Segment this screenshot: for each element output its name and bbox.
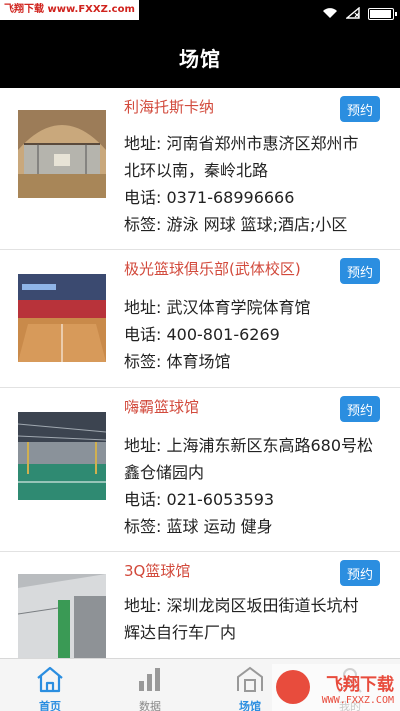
book-button[interactable]: 预约 [340,396,380,422]
venue-list[interactable]: 利海托斯卡纳 预约 地址: 河南省郑州市惠济区郑州市北环以南，秦岭北路 电话: … [0,88,400,658]
venue-item[interactable]: 利海托斯卡纳 预约 地址: 河南省郑州市惠济区郑州市北环以南，秦岭北路 电话: … [0,88,400,250]
venue-phone[interactable]: 电话: 400-801-6269 [124,321,374,348]
watermark-bottom: 飞翔下载 WWW.FXXZ.COM [272,664,400,711]
battery-icon [368,7,397,20]
battery-fill [370,9,391,18]
venue-tags: 标签: 体育场馆 [124,352,231,371]
venue-photo [18,412,106,500]
tab-label: 场馆 [239,700,261,711]
watermark-url: WWW.FXXZ.COM [321,694,394,706]
tab-label: 首页 [39,700,61,711]
watermark-title: 飞翔下载 [326,674,394,695]
venue-icon [235,665,265,697]
bar-chart-icon [135,665,165,697]
venue-name[interactable]: 极光篮球俱乐部(武体校区) [124,258,301,279]
tab-label: 数据 [139,700,161,711]
venue-info: 地址: 河南省郑州市惠济区郑州市北环以南，秦岭北路 电话: 0371-68996… [124,130,374,238]
venue-tags: 标签: 游泳 网球 篮球;酒店;小区 [124,215,348,234]
tab-data[interactable]: 数据 [100,659,200,711]
signal-off-icon [345,4,360,23]
venue-info: 地址: 武汉体育学院体育馆 电话: 400-801-6269 标签: 体育场馆 [124,294,374,375]
page-title: 场馆 [179,46,221,71]
venue-info: 地址: 上海浦东新区东高路680号松鑫仓储园内 电话: 021-6053593 … [124,432,374,540]
status-bar: 飞翔下载 www.FXXZ.com [0,0,400,26]
venue-item[interactable]: 极光篮球俱乐部(武体校区) 预约 地址: 武汉体育学院体育馆 电话: 400-8… [0,250,400,388]
watermark-logo-icon [276,670,310,704]
venue-photo [18,574,106,658]
venue-address: 地址: 上海浦东新区东高路680号松鑫仓储园内 [124,436,374,482]
wifi-icon [322,4,338,23]
status-icons [322,4,397,23]
book-button[interactable]: 预约 [340,96,380,122]
title-bar: 场馆 [0,26,400,88]
book-button[interactable]: 预约 [340,258,380,284]
venue-name[interactable]: 3Q篮球馆 [124,560,190,581]
tab-home[interactable]: 首页 [0,659,100,711]
watermark-top: 飞翔下载 www.FXXZ.com [0,0,139,20]
venue-name[interactable]: 嗨霸篮球馆 [124,396,199,417]
venue-address: 地址: 武汉体育学院体育馆 [124,298,311,317]
venue-phone[interactable]: 电话: 0371-68996666 [124,184,374,211]
venue-photo [18,110,106,198]
home-icon [35,665,65,697]
venue-item[interactable]: 嗨霸篮球馆 预约 地址: 上海浦东新区东高路680号松鑫仓储园内 电话: 021… [0,388,400,552]
venue-item[interactable]: 3Q篮球馆 预约 地址: 深圳龙岗区坂田街道长坑村辉达自行车厂内 [0,552,400,658]
venue-tags: 标签: 蓝球 运动 健身 [124,517,273,536]
venue-info: 地址: 深圳龙岗区坂田街道长坑村辉达自行车厂内 [124,592,374,646]
venue-address: 地址: 河南省郑州市惠济区郑州市北环以南，秦岭北路 [124,134,359,180]
venue-photo [18,274,106,362]
book-button[interactable]: 预约 [340,560,380,586]
venue-phone[interactable]: 电话: 021-6053593 [124,486,374,513]
venue-name[interactable]: 利海托斯卡纳 [124,96,214,117]
venue-address: 地址: 深圳龙岗区坂田街道长坑村辉达自行车厂内 [124,596,359,642]
